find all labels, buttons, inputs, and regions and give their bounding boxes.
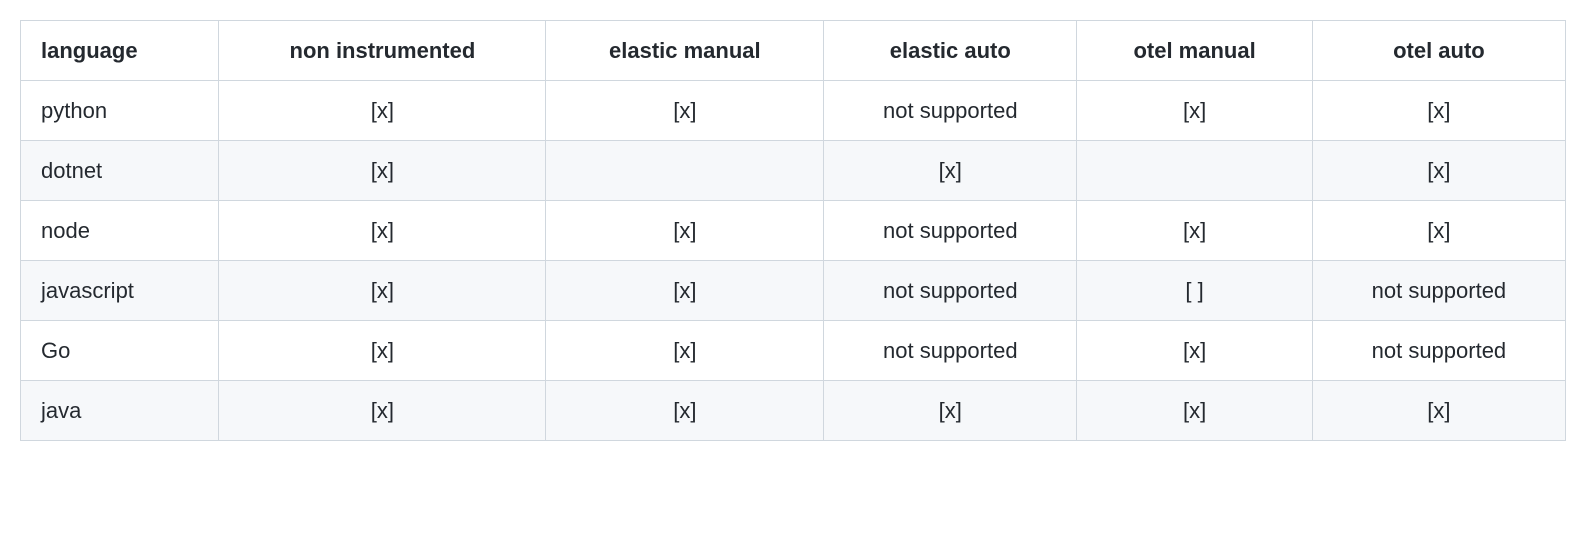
cell-value: [ ] [1077,261,1312,321]
column-header-non-instrumented: non instrumented [219,21,546,81]
cell-language: dotnet [21,141,219,201]
table-row: node [x] [x] not supported [x] [x] [21,201,1566,261]
cell-value: [x] [1312,381,1565,441]
table-row: dotnet [x] [x] [x] [21,141,1566,201]
cell-value: not supported [1312,321,1565,381]
table-row: javascript [x] [x] not supported [ ] not… [21,261,1566,321]
column-header-language: language [21,21,219,81]
cell-language: Go [21,321,219,381]
table-row: Go [x] [x] not supported [x] not support… [21,321,1566,381]
column-header-elastic-manual: elastic manual [546,21,824,81]
cell-value: [x] [219,261,546,321]
table-row: java [x] [x] [x] [x] [x] [21,381,1566,441]
cell-value: not supported [824,261,1077,321]
cell-value [1077,141,1312,201]
cell-value: [x] [1312,81,1565,141]
cell-value: [x] [1312,141,1565,201]
cell-value: [x] [824,381,1077,441]
cell-value: [x] [1312,201,1565,261]
cell-value: not supported [1312,261,1565,321]
cell-value: [x] [219,81,546,141]
cell-value: [x] [219,321,546,381]
cell-value: [x] [219,141,546,201]
cell-value: not supported [824,321,1077,381]
cell-language: python [21,81,219,141]
cell-value: [x] [546,321,824,381]
cell-value: [x] [546,81,824,141]
cell-value: [x] [546,381,824,441]
support-matrix-table: language non instrumented elastic manual… [20,20,1566,441]
cell-language: node [21,201,219,261]
column-header-otel-auto: otel auto [1312,21,1565,81]
cell-value: [x] [1077,201,1312,261]
cell-value: not supported [824,81,1077,141]
cell-value: [x] [1077,81,1312,141]
cell-language: java [21,381,219,441]
cell-value: [x] [546,261,824,321]
cell-value: [x] [1077,321,1312,381]
cell-value: [x] [219,381,546,441]
column-header-otel-manual: otel manual [1077,21,1312,81]
column-header-elastic-auto: elastic auto [824,21,1077,81]
table-header-row: language non instrumented elastic manual… [21,21,1566,81]
cell-value: not supported [824,201,1077,261]
cell-value [546,141,824,201]
cell-value: [x] [546,201,824,261]
cell-value: [x] [824,141,1077,201]
cell-value: [x] [219,201,546,261]
cell-value: [x] [1077,381,1312,441]
table-row: python [x] [x] not supported [x] [x] [21,81,1566,141]
cell-language: javascript [21,261,219,321]
